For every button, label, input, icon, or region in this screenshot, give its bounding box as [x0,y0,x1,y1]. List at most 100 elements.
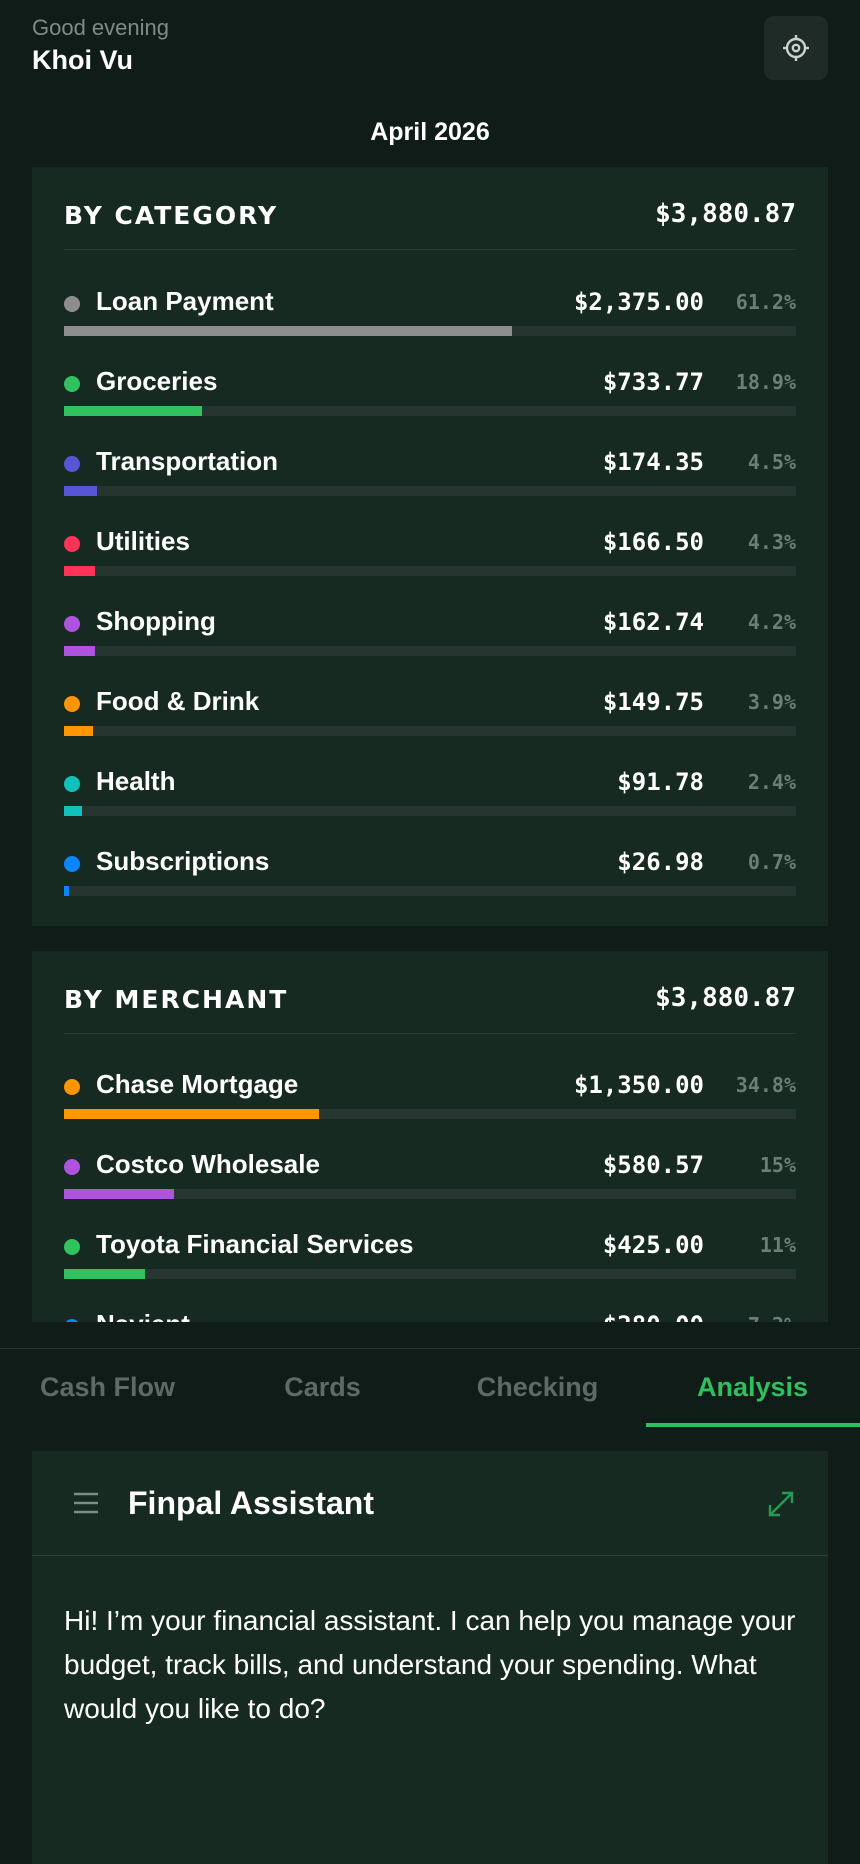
category-row[interactable]: Subscriptions $26.98 0.7% [64,840,796,906]
category-bar-fill [64,886,70,896]
category-bar-track [64,886,796,896]
category-color-dot [64,456,80,472]
merchant-bar-track [64,1109,796,1119]
username: Khoi Vu [32,45,133,75]
category-percent: 4.3% [747,530,796,554]
assistant-title: Finpal Assistant [128,1485,374,1521]
merchant-panel-title: BY MERCHANT [64,985,289,1014]
assistant-panel: Finpal Assistant Hi! I’m your financial … [32,1451,828,1864]
category-bar-fill [64,406,203,416]
category-panel: BY CATEGORY $3,880.87 Loan Payment $2,375… [32,167,828,926]
merchant-bar-track [64,1269,796,1279]
category-row[interactable]: Loan Payment $2,375.00 61.2% [64,280,796,346]
category-amount: $26.98 [617,848,704,876]
merchant-bar-track [64,1189,796,1199]
tab-cash-flow[interactable]: Cash Flow [0,1349,215,1427]
tab-cards[interactable]: Cards [215,1349,430,1427]
tab-checking[interactable]: Checking [430,1349,645,1427]
settings-button[interactable] [764,16,828,80]
merchant-row[interactable]: Toyota Financial Services $425.00 11% [64,1223,796,1289]
category-row[interactable]: Food & Drink $149.75 3.9% [64,680,796,746]
merchant-row[interactable]: Navient $280.00 7.2% [64,1303,796,1322]
category-bar-fill [64,326,512,336]
category-panel-title: BY CATEGORY [64,201,279,230]
greeting: Good evening [32,15,169,40]
category-name: Loan Payment [96,286,274,316]
category-bar-track [64,326,796,336]
merchant-bar-fill [64,1109,319,1119]
merchant-name: Navient [96,1309,190,1322]
category-panel-total: $3,880.87 [655,199,796,229]
category-name: Food & Drink [96,686,260,716]
merchant-bar-fill [64,1269,145,1279]
tab-analysis[interactable]: Analysis [645,1349,860,1427]
category-color-dot [64,616,80,632]
merchant-name: Costco Wholesale [96,1149,320,1179]
merchant-row[interactable]: Chase Mortgage $1,350.00 34.8% [64,1063,796,1129]
merchant-name: Chase Mortgage [96,1069,299,1099]
category-color-dot [64,696,80,712]
category-amount: $149.75 [602,688,704,716]
merchant-color-dot [64,1319,80,1322]
category-percent: 4.5% [747,450,796,474]
tab-bar: Cash Flow Cards Checking Analysis [0,1348,860,1429]
category-name: Transportation [96,446,279,476]
category-name: Subscriptions [96,846,270,876]
category-percent: 4.2% [747,610,796,634]
gear-icon [783,35,809,61]
merchant-row[interactable]: Costco Wholesale $580.57 15% [64,1143,796,1209]
category-color-dot [64,296,80,312]
category-panel-header: BY CATEGORY $3,880.87 [64,167,796,250]
merchant-amount: $280.00 [603,1311,704,1322]
merchant-amount: $425.00 [602,1231,704,1259]
merchant-color-dot [64,1239,80,1255]
expand-icon[interactable] [766,1489,796,1519]
category-bar-fill [64,486,97,496]
category-bar-fill [64,566,96,576]
category-percent: 2.4% [747,770,796,794]
active-tab-indicator [646,1423,860,1427]
category-amount: $91.78 [617,768,704,796]
category-amount: $733.77 [602,368,704,396]
category-bar-track [64,486,796,496]
category-bar-track [64,566,796,576]
category-bar-track [64,406,796,416]
category-row[interactable]: Health $91.78 2.4% [64,760,796,826]
category-color-dot [64,856,80,872]
merchant-panel-total: $3,880.87 [655,983,796,1013]
merchant-color-dot [64,1159,80,1175]
merchant-panel: BY MERCHANT $3,880.87 Chase Mortgage $1,3… [32,951,828,1322]
merchant-percent: 34.8% [735,1073,796,1097]
category-color-dot [64,776,80,792]
category-amount: $162.74 [602,608,704,636]
category-row[interactable]: Transportation $174.35 4.5% [64,440,796,506]
assistant-message: Hi! I’m your financial assistant. I can … [64,1605,796,1724]
category-name: Health [96,766,176,796]
category-color-dot [64,376,80,392]
menu-icon[interactable] [72,1489,100,1517]
category-percent: 18.9% [735,370,796,394]
category-row[interactable]: Groceries $733.77 18.9% [64,360,796,426]
merchant-scroll-area[interactable]: BY MERCHANT $3,880.87 Chase Mortgage $1,3… [32,951,828,1322]
merchant-amount: $580.57 [602,1151,704,1179]
category-bar-track [64,646,796,656]
merchant-name: Toyota Financial Services [96,1229,414,1259]
assistant-header: Finpal Assistant [32,1451,828,1556]
category-row[interactable]: Shopping $162.74 4.2% [64,600,796,666]
category-bar-track [64,806,796,816]
category-amount: $166.50 [602,528,704,556]
category-color-dot [64,536,80,552]
category-bar-fill [64,646,95,656]
merchant-percent: 7.2% [748,1313,796,1322]
category-percent: 61.2% [735,290,796,314]
category-amount: $174.35 [602,448,704,476]
category-percent: 0.7% [747,850,796,874]
header: Good evening Khoi Vu [32,14,828,84]
category-amount: $2,375.00 [573,288,704,316]
category-bar-fill [64,806,82,816]
category-bar-fill [64,726,93,736]
merchant-bar-fill [64,1189,174,1199]
merchant-amount: $1,350.00 [573,1071,704,1099]
merchant-color-dot [64,1079,80,1095]
category-row[interactable]: Utilities $166.50 4.3% [64,520,796,586]
